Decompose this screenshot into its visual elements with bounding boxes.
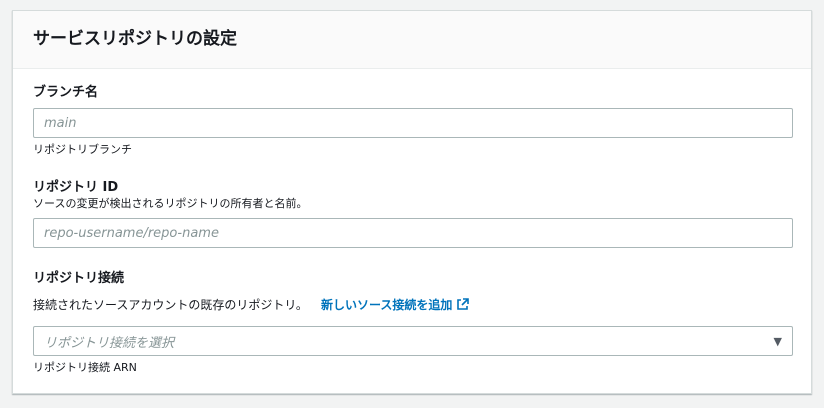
repo-connection-description: 接続されたソースアカウントの既存のリポジトリ。 (33, 298, 308, 312)
repo-connection-select[interactable]: リポジトリ接続を選択 ▼ (33, 326, 793, 356)
repo-id-field: リポジトリ ID ソースの変更が検出されるリポジトリの所有者と名前。 (33, 179, 793, 248)
repo-connection-label: リポジトリ接続 (33, 271, 125, 286)
panel-header: サービスリポジトリの設定 (13, 11, 811, 69)
repo-connection-description-row: 接続されたソースアカウントの既存のリポジトリ。 新しいソース接続を追加 (33, 294, 793, 316)
external-link-icon (456, 298, 470, 316)
caret-down-icon: ▼ (773, 334, 782, 348)
repo-connection-field: リポジトリ接続 接続されたソースアカウントの既存のリポジトリ。 新しいソース接続… (33, 270, 793, 375)
repo-id-label: リポジトリ ID (33, 180, 119, 195)
repo-connection-select-placeholder: リポジトリ接続を選択 (44, 335, 175, 351)
add-source-connection-label: 新しいソース接続を追加 (321, 298, 453, 312)
repo-id-input[interactable] (33, 218, 793, 248)
branch-input[interactable] (33, 108, 793, 138)
repo-id-description: ソースの変更が検出されるリポジトリの所有者と名前。 (33, 197, 308, 210)
branch-field: ブランチ名 リポジトリブランチ (33, 84, 793, 157)
branch-hint: リポジトリブランチ (33, 143, 132, 156)
service-repository-settings-panel: サービスリポジトリの設定 ブランチ名 リポジトリブランチ リポジトリ ID ソー… (12, 10, 812, 394)
add-source-connection-link[interactable]: 新しいソース接続を追加 (321, 298, 470, 312)
branch-label: ブランチ名 (33, 85, 99, 100)
repo-connection-hint: リポジトリ接続 ARN (33, 361, 137, 374)
panel-title: サービスリポジトリの設定 (33, 29, 237, 49)
